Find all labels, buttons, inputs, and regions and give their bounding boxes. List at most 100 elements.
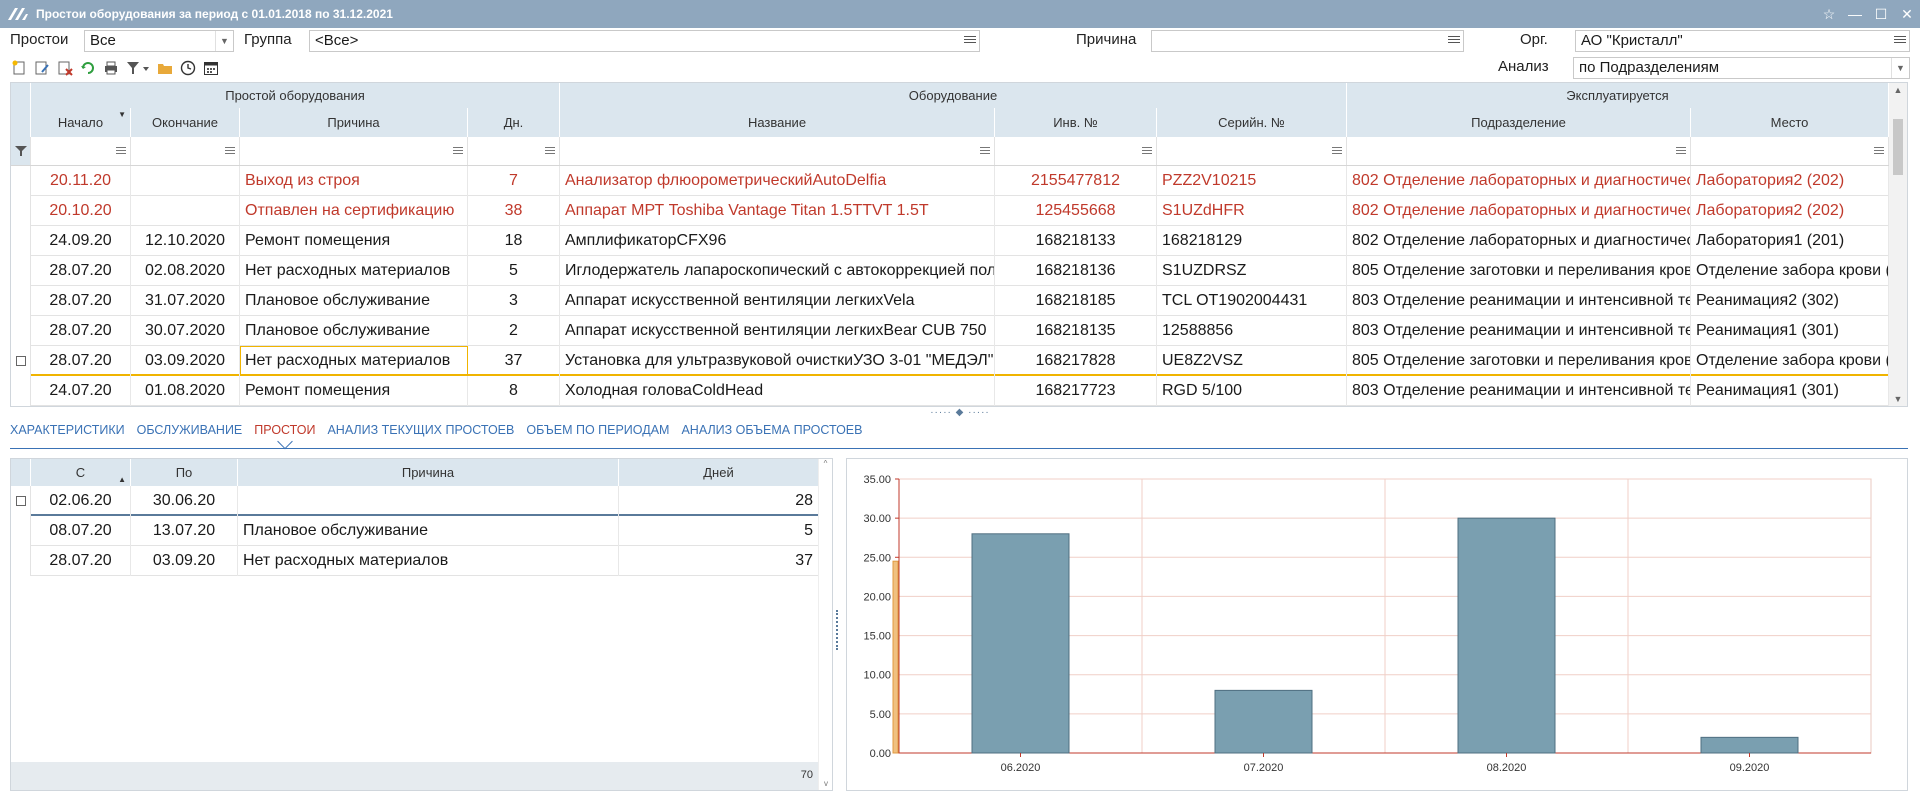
tab-current-analysis[interactable]: Анализ текущих простоев [327,418,514,450]
org-field[interactable]: АО "Кристалл" [1575,30,1910,52]
filter-cell[interactable] [1157,137,1347,165]
cell-dept[interactable]: 802 Отделение лабораторных и диагностиче… [1347,196,1691,226]
col-header-days[interactable]: Дн. [468,108,560,137]
cell-dept[interactable]: 803 Отделение реанимации и интенсивной т… [1347,316,1691,346]
cell-name[interactable]: АмплификаторCFX96 [560,226,995,256]
cell-start[interactable]: 28.07.20 [31,316,131,346]
col-header-sub-reason[interactable]: Причина [238,459,619,486]
cell-reason[interactable]: Нет расходных материалов [240,256,468,286]
clock-icon[interactable] [179,59,197,77]
cell-name[interactable]: Иглодержатель лапароскопический с автоко… [560,256,995,286]
cell-place[interactable]: Отделение забора крови (4 [1691,256,1889,286]
cell-to[interactable]: 30.06.20 [131,486,238,516]
filter-icon[interactable] [11,137,31,165]
cell-inv[interactable]: 168218185 [995,286,1157,316]
cell-days[interactable]: 18 [468,226,560,256]
col-header-inv[interactable]: Инв. № [995,108,1157,137]
cell-days[interactable]: 5 [619,516,819,546]
cell-dept[interactable]: 803 Отделение реанимации и интенсивной т… [1347,376,1691,406]
table-row[interactable]: 28.07.20 02.08.2020 Нет расходных материал… [11,256,1889,286]
scroll-down-icon[interactable]: ▼ [1889,394,1907,404]
filter-cell[interactable] [240,137,468,165]
row-checkbox-icon[interactable] [15,356,26,366]
cell-name[interactable]: Анализатор флюорометрическийAutoDelfia [560,166,995,196]
col-header-from[interactable]: С ▲ [31,459,131,486]
grid-scrollbar[interactable]: ▲ ▼ [1889,83,1907,406]
vertical-splitter-grip[interactable] [836,610,840,650]
cell-place[interactable]: Реанимация1 (301) [1691,316,1889,346]
delete-document-icon[interactable] [56,59,74,77]
folder-icon[interactable] [156,59,174,77]
cell-end[interactable] [131,196,240,226]
cell-dept[interactable]: 805 Отделение заготовки и переливания кр… [1347,256,1691,286]
cell-dept[interactable]: 803 Отделение реанимации и интенсивной т… [1347,286,1691,316]
cell-name[interactable]: Установка для ультразвуковой очисткиУЗО … [560,346,995,376]
cell-days[interactable]: 38 [468,196,560,226]
row-indicator[interactable] [11,226,31,256]
col-header-reason[interactable]: Причина [240,108,468,137]
row-indicator[interactable] [11,166,31,196]
cell-reason[interactable]: Плановое обслуживание [240,286,468,316]
cell-serial[interactable]: RGD 5/100 [1157,376,1347,406]
cell-serial[interactable]: 168218129 [1157,226,1347,256]
tab-volume-periods[interactable]: Объем по периодам [526,418,669,450]
col-header-place[interactable]: Место [1691,108,1889,137]
favorite-star-icon[interactable]: ☆ [1816,0,1842,28]
cell-end[interactable]: 02.08.2020 [131,256,240,286]
filter-cell[interactable] [468,137,560,165]
table-row[interactable]: 28.07.20 30.07.2020 Плановое обслуживание 2… [11,316,1889,346]
row-indicator[interactable] [11,286,31,316]
row-indicator[interactable] [11,346,31,376]
cell-end[interactable]: 01.08.2020 [131,376,240,406]
row-indicator[interactable] [11,196,31,226]
table-row[interactable]: 28.07.20 31.07.2020 Плановое обслуживание 3… [11,286,1889,316]
tab-characteristics[interactable]: Характеристики [10,418,125,450]
chevron-down-icon[interactable]: ▼ [215,31,233,51]
cell-from[interactable]: 28.07.20 [31,546,131,576]
scroll-up-icon[interactable]: ^ [819,459,832,468]
cell-serial[interactable]: TCL OT1902004431 [1157,286,1347,316]
cell-name[interactable]: Аппарат МРТ Toshiba Vantage Titan 1.5TTV… [560,196,995,226]
filter-cell[interactable] [995,137,1157,165]
cell-start[interactable]: 28.07.20 [31,286,131,316]
cell-reason[interactable]: Отпавлен на сертификацию [240,196,468,226]
cell-inv[interactable]: 168218133 [995,226,1157,256]
cell-inv[interactable]: 125455668 [995,196,1157,226]
cell-from[interactable]: 08.07.20 [31,516,131,546]
table-row[interactable]: 28.07.20 03.09.2020 Нет расходных материал… [11,346,1889,376]
prichina-field[interactable] [1151,30,1464,52]
cell-dept[interactable]: 802 Отделение лабораторных и диагностиче… [1347,166,1691,196]
cell-reason[interactable]: Ремонт помещения [240,226,468,256]
table-row[interactable]: 24.09.20 12.10.2020 Ремонт помещения 18 Ампл… [11,226,1889,256]
cell-inv[interactable]: 168218136 [995,256,1157,286]
cell-reason[interactable]: Плановое обслуживание [238,516,619,546]
maximize-button[interactable]: ☐ [1868,0,1894,28]
col-header-name[interactable]: Название [560,108,995,137]
list-menu-icon[interactable] [1447,34,1461,48]
cell-start[interactable]: 20.11.20 [31,166,131,196]
sub-grid-scrollbar[interactable]: ^ v [818,459,832,790]
cell-inv[interactable]: 168217828 [995,346,1157,376]
panel-splitter[interactable]: ····· ◆ ····· [0,407,1920,418]
row-indicator[interactable] [11,256,31,286]
refresh-icon[interactable] [79,59,97,77]
cell-place[interactable]: Лаборатория2 (202) [1691,196,1889,226]
cell-days[interactable]: 8 [468,376,560,406]
row-checkbox-icon[interactable] [15,496,26,506]
cell-end[interactable]: 31.07.2020 [131,286,240,316]
table-row[interactable]: 20.10.20 Отпавлен на сертификацию 38 Аппара… [11,196,1889,226]
cell-reason[interactable] [238,486,619,516]
filter-cell[interactable] [560,137,995,165]
cell-days[interactable]: 28 [619,486,819,516]
cell-dept[interactable]: 805 Отделение заготовки и переливания кр… [1347,346,1691,376]
chevron-down-icon[interactable]: ▼ [1891,58,1909,78]
cell-start[interactable]: 28.07.20 [31,256,131,286]
sub-table-row[interactable]: 02.06.20 30.06.20 28 [11,486,819,516]
cell-reason[interactable]: Плановое обслуживание [240,316,468,346]
prostoi-select[interactable]: Все ▼ [84,30,234,52]
sub-table-row[interactable]: 08.07.20 13.07.20 Плановое обслуживание 5 [11,516,819,546]
cell-start[interactable]: 20.10.20 [31,196,131,226]
cell-name[interactable]: Холодная головаColdHead [560,376,995,406]
row-indicator[interactable] [11,516,31,546]
cell-inv[interactable]: 168217723 [995,376,1157,406]
